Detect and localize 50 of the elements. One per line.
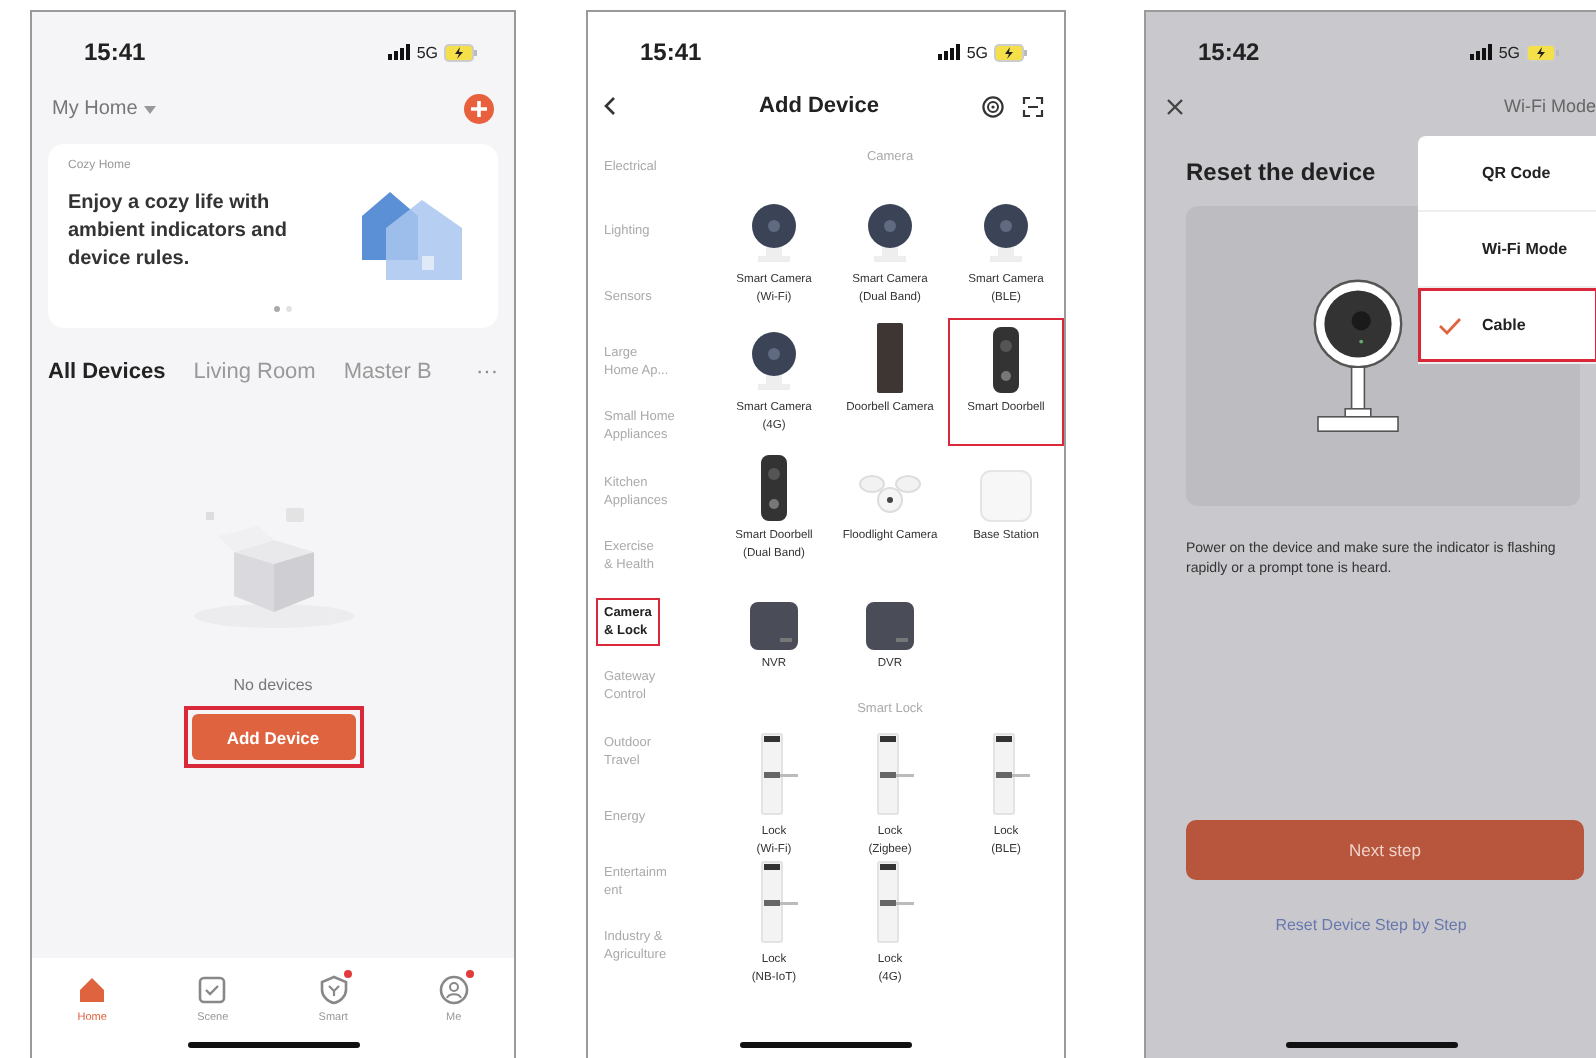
smart-icon: [317, 974, 350, 1006]
camera-icon: [748, 198, 800, 266]
camera-icon: [748, 326, 800, 394]
close-icon[interactable]: [1166, 97, 1184, 115]
room-tab[interactable]: Living Room: [193, 360, 316, 384]
page-title: Add Device: [757, 94, 881, 118]
add-icon[interactable]: [464, 94, 494, 124]
page-title: Reset the device: [1186, 158, 1376, 186]
network-label: 5G: [966, 43, 988, 61]
me-icon: [437, 974, 470, 1006]
doorbell-icon: [876, 322, 904, 394]
add-device-button[interactable]: Add Device: [191, 714, 355, 760]
home-icon: [76, 974, 109, 1006]
status-time: 15:41: [84, 38, 146, 66]
next-step-button[interactable]: Next step: [1186, 820, 1584, 880]
banner-text: Enjoy a cozy life with ambient indicators and device rules.: [68, 190, 289, 274]
menu-item[interactable]: QR Code: [1418, 136, 1596, 212]
target-icon[interactable]: [982, 95, 1004, 117]
network-label: 5G: [1498, 43, 1520, 61]
camera-icon: [864, 198, 916, 266]
back-icon[interactable]: [604, 96, 616, 116]
scene-icon: [196, 974, 229, 1006]
mode-selector[interactable]: Wi-Fi Mode: [1503, 96, 1596, 116]
empty-message: No devices: [233, 676, 313, 694]
reset-help-link[interactable]: Reset Device Step by Step: [1275, 916, 1467, 934]
camera-icon: [980, 198, 1032, 266]
battery-icon: [994, 43, 1028, 61]
check-icon: [1438, 315, 1462, 335]
caret-icon: [143, 105, 156, 113]
battery-icon: [444, 43, 478, 61]
room-tab[interactable]: All Devices: [48, 360, 166, 384]
status-time: 15:42: [1198, 38, 1260, 66]
signal-icon: [938, 44, 961, 60]
page-dot[interactable]: [273, 306, 279, 312]
doorbell-icon: [760, 454, 788, 522]
menu-item[interactable]: Wi-Fi Mode: [1418, 212, 1596, 288]
home-selector[interactable]: My Home: [52, 98, 138, 120]
scan-icon[interactable]: [1022, 95, 1044, 117]
base-station-icon: [980, 470, 1032, 522]
network-label: 5G: [416, 43, 438, 61]
status-time: 15:41: [640, 38, 702, 66]
signal-icon: [388, 44, 411, 60]
battery-icon: [1526, 43, 1560, 61]
doorbell-icon: [992, 326, 1020, 394]
room-tab[interactable]: Master B: [343, 360, 432, 384]
menu-item[interactable]: Cable: [1418, 288, 1596, 364]
recorder-icon: [750, 602, 798, 650]
signal-icon: [1470, 44, 1493, 60]
more-tabs[interactable]: ···: [476, 360, 498, 384]
recorder-icon: [866, 602, 914, 650]
